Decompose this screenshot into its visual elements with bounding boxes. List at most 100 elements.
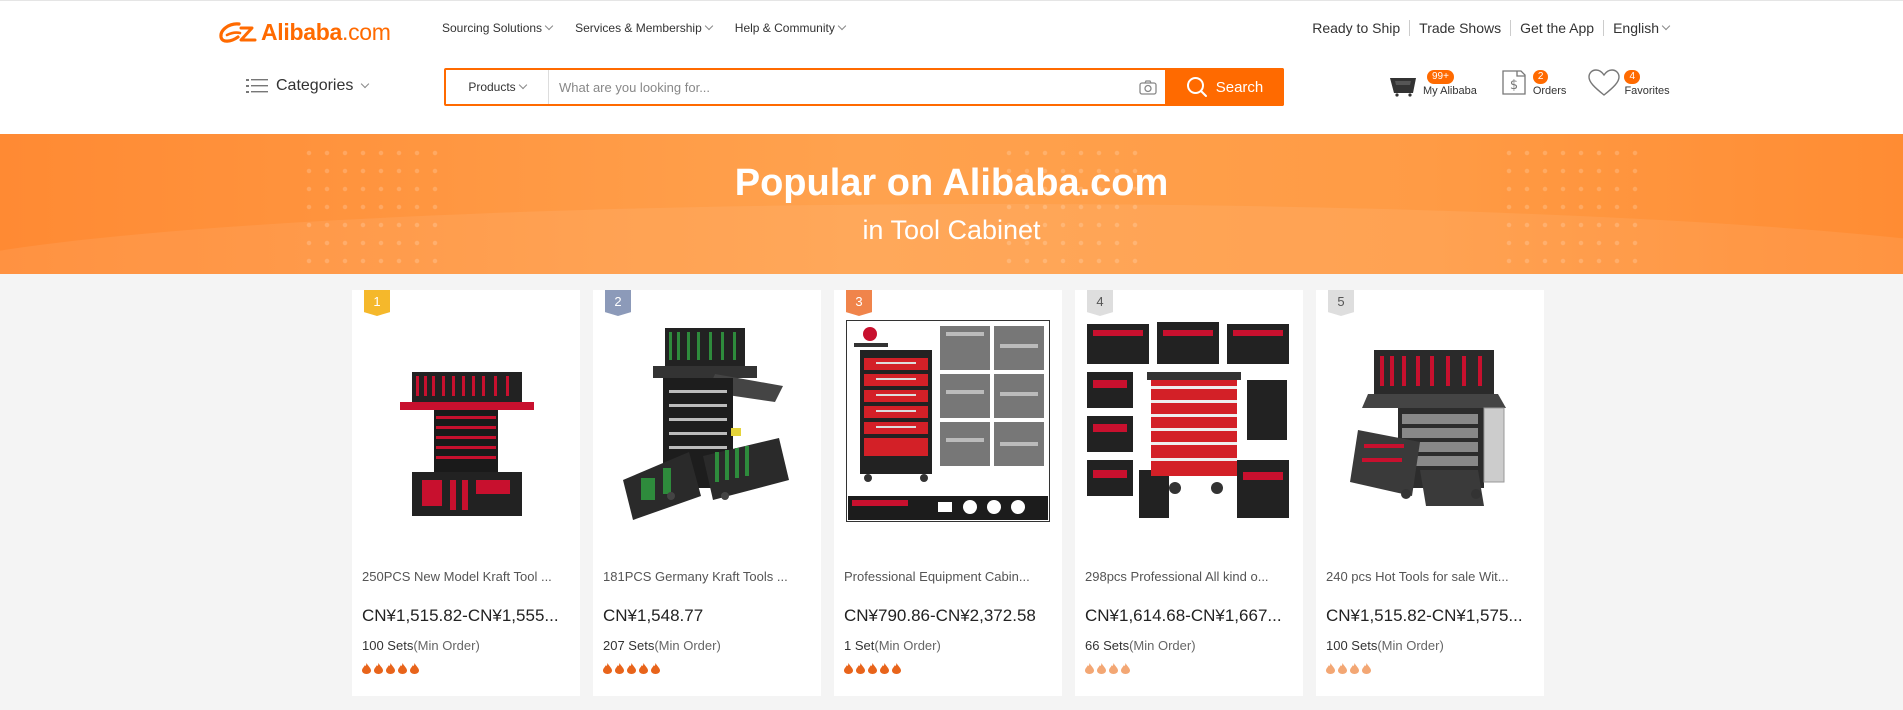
- product-price: CN¥1,515.82-CN¥1,575...: [1326, 606, 1523, 625]
- trade-shows-link[interactable]: Trade Shows: [1409, 20, 1510, 36]
- moq-value: 1 Set: [844, 638, 875, 653]
- product-image[interactable]: [605, 320, 809, 522]
- product-list: 1 250PCS New Model Kraft Tool ... CN¥1,5…: [352, 290, 1557, 696]
- rank-badge: 5: [1328, 290, 1354, 316]
- product-card[interactable]: 1 250PCS New Model Kraft Tool ... CN¥1,5…: [352, 290, 580, 696]
- popularity-rating: [1326, 663, 1374, 674]
- site-header: Alibaba.com Sourcing Solutions Services …: [0, 0, 1903, 134]
- product-price: CN¥790.86-CN¥2,372.58: [844, 606, 1036, 625]
- chevron-down-icon: [544, 21, 554, 31]
- product-title[interactable]: 181PCS Germany Kraft Tools ...: [603, 569, 811, 584]
- product-card[interactable]: 2 181PCS Germany Kraft Tools ... CN¥1,54…: [593, 290, 821, 696]
- flame-icon: [362, 663, 371, 674]
- search-bar: Products Search: [444, 68, 1284, 106]
- top-links: Ready to Ship Trade Shows Get the App En…: [1303, 20, 1678, 36]
- rank-badge: 3: [846, 290, 872, 316]
- min-order: 207 Sets(Min Order): [603, 638, 721, 653]
- orders-link[interactable]: $ 2 Orders: [1499, 67, 1567, 97]
- categories-menu[interactable]: Categories: [246, 77, 370, 95]
- popularity-rating: [362, 663, 422, 674]
- favorites-badge: 4: [1624, 70, 1640, 84]
- search-button[interactable]: Search: [1165, 68, 1284, 106]
- product-title[interactable]: 240 pcs Hot Tools for sale Wit...: [1326, 569, 1534, 584]
- moq-value: 100 Sets: [362, 638, 414, 653]
- product-image[interactable]: [1328, 320, 1532, 522]
- favorites-label: Favorites: [1624, 85, 1670, 97]
- user-links: 99+ My Alibaba $ 2 Orders 4 Favorites: [1389, 67, 1692, 97]
- get-app-link[interactable]: Get the App: [1510, 20, 1603, 36]
- chevron-down-icon: [837, 21, 847, 31]
- product-image[interactable]: [364, 320, 568, 522]
- orders-icon: $: [1502, 70, 1526, 95]
- moq-label: (Min Order): [654, 638, 721, 653]
- my-alibaba-label: My Alibaba: [1423, 85, 1477, 97]
- min-order: 66 Sets(Min Order): [1085, 638, 1196, 653]
- language-selector[interactable]: English: [1603, 20, 1678, 36]
- list-menu-icon: [246, 79, 268, 93]
- svg-text:$: $: [1510, 78, 1518, 93]
- product-title[interactable]: 250PCS New Model Kraft Tool ...: [362, 569, 570, 584]
- my-alibaba-link[interactable]: 99+ My Alibaba: [1389, 67, 1477, 97]
- flame-icon: [868, 663, 877, 674]
- orders-badge: 2: [1532, 70, 1549, 84]
- popularity-rating: [603, 663, 663, 674]
- image-search-button[interactable]: [1131, 70, 1165, 104]
- search-icon: [1186, 77, 1207, 97]
- nav-help-community[interactable]: Help & Community: [735, 21, 847, 35]
- product-card[interactable]: 4 298pcs Professional All kind o... CN¥1…: [1075, 290, 1303, 696]
- alibaba-logo[interactable]: Alibaba.com: [217, 19, 391, 46]
- moq-label: (Min Order): [874, 638, 941, 653]
- chevron-down-icon: [704, 21, 714, 31]
- product-image[interactable]: [1087, 320, 1291, 522]
- flame-icon: [1326, 663, 1335, 674]
- orders-label: Orders: [1532, 85, 1567, 97]
- product-title[interactable]: Professional Equipment Cabin...: [844, 569, 1052, 584]
- product-price: CN¥1,515.82-CN¥1,555...: [362, 606, 559, 625]
- favorites-link[interactable]: 4 Favorites: [1588, 67, 1670, 97]
- product-card[interactable]: 3 Professional Equipment Cabin... CN¥790…: [834, 290, 1062, 696]
- rank-badge: 4: [1087, 290, 1113, 316]
- ready-to-ship-link[interactable]: Ready to Ship: [1303, 20, 1409, 36]
- flame-icon: [651, 663, 660, 674]
- search-type-select[interactable]: Products: [446, 70, 549, 104]
- cart-icon: [1390, 78, 1416, 97]
- popular-banner: Popular on Alibaba.com in Tool Cabinet: [0, 134, 1903, 274]
- alibaba-logo-icon: [219, 21, 257, 43]
- moq-label: (Min Order): [1377, 638, 1444, 653]
- product-title[interactable]: 298pcs Professional All kind o...: [1085, 569, 1293, 584]
- moq-label: (Min Order): [1129, 638, 1196, 653]
- banner-title: Popular on Alibaba.com: [734, 162, 1169, 204]
- moq-label: (Min Order): [413, 638, 480, 653]
- chevron-down-icon: [1661, 21, 1671, 31]
- chevron-down-icon: [518, 80, 527, 90]
- popularity-rating: [1085, 663, 1133, 674]
- my-alibaba-badge: 99+: [1427, 70, 1454, 84]
- product-price: CN¥1,614.68-CN¥1,667...: [1085, 606, 1282, 625]
- popularity-rating: [844, 663, 904, 674]
- nav-sourcing-solutions[interactable]: Sourcing Solutions: [442, 21, 554, 35]
- flame-icon: [615, 663, 624, 674]
- flame-icon: [398, 663, 407, 674]
- rank-badge: 1: [364, 290, 390, 316]
- min-order: 100 Sets(Min Order): [362, 638, 480, 653]
- flame-icon: [1121, 663, 1130, 674]
- flame-icon: [627, 663, 636, 674]
- moq-value: 66 Sets: [1085, 638, 1130, 653]
- flame-icon: [386, 663, 395, 674]
- categories-label: Categories: [276, 77, 354, 94]
- flame-icon: [1338, 663, 1347, 674]
- moq-value: 207 Sets: [603, 638, 655, 653]
- flame-icon: [1097, 663, 1106, 674]
- product-card[interactable]: 5 240 pcs Hot Tools for sale Wit... CN¥1…: [1316, 290, 1544, 696]
- flame-icon: [603, 663, 612, 674]
- min-order: 100 Sets(Min Order): [1326, 638, 1444, 653]
- flame-icon: [1085, 663, 1094, 674]
- heart-icon: [1588, 69, 1621, 96]
- logo-text: Alibaba.com: [261, 19, 391, 45]
- product-image[interactable]: [846, 320, 1050, 522]
- flame-icon: [1350, 663, 1359, 674]
- search-input[interactable]: [549, 70, 1131, 104]
- nav-services-membership[interactable]: Services & Membership: [575, 21, 714, 35]
- flame-icon: [844, 663, 853, 674]
- banner-subtitle: in Tool Cabinet: [862, 215, 1041, 245]
